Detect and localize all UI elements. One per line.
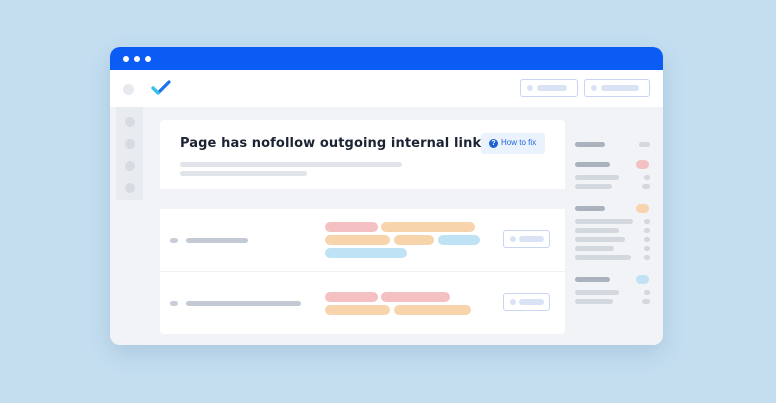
button-placeholder-dot: [591, 85, 597, 91]
issue-title: Page has nofollow outgoing internal link…: [180, 136, 490, 151]
row-placeholder-dot: [170, 238, 178, 243]
button-placeholder-dot: [527, 85, 533, 91]
window-control-dot[interactable]: [134, 56, 140, 62]
summary-item: [575, 299, 613, 304]
summary-count: [644, 237, 650, 242]
summary-count: [642, 299, 650, 304]
summary-heading: [575, 206, 605, 211]
table-header-band: [160, 189, 565, 209]
button-placeholder-label: [519, 299, 544, 305]
row-placeholder-dot: [170, 301, 178, 306]
table-row: [160, 271, 565, 334]
sidebar-nav-item[interactable]: [125, 183, 135, 193]
menu-circle-button[interactable]: [123, 84, 134, 95]
app-window: Page has nofollow outgoing internal link…: [110, 47, 663, 345]
row-action-button[interactable]: [503, 230, 550, 248]
toolbar-button[interactable]: [520, 79, 578, 97]
link-tag: [394, 235, 434, 245]
summary-count: [644, 219, 650, 224]
link-tag: [438, 235, 480, 245]
window-control-dot[interactable]: [145, 56, 151, 62]
row-placeholder-label: [186, 238, 248, 243]
link-tag: [325, 248, 407, 258]
description-placeholder-line: [180, 171, 307, 176]
summary-heading: [575, 162, 610, 167]
button-placeholder-label: [537, 85, 567, 91]
summary-count: [644, 175, 650, 180]
error-count-badge: [636, 160, 649, 169]
issue-header: Page has nofollow outgoing internal link…: [160, 120, 565, 189]
summary-count: [644, 228, 650, 233]
toolbar-button[interactable]: [584, 79, 650, 97]
window-titlebar: [110, 47, 663, 70]
summary-item: [575, 219, 633, 224]
summary-item: [575, 184, 612, 189]
row-action-button[interactable]: [503, 293, 550, 311]
sidebar-nav-item[interactable]: [125, 161, 135, 171]
summary-heading: [575, 142, 605, 147]
summary-count: [644, 246, 650, 251]
right-summary-panel: [575, 140, 655, 340]
button-placeholder-dot: [510, 299, 516, 305]
how-to-fix-button[interactable]: ? How to fix: [481, 133, 545, 154]
left-sidebar: [116, 107, 143, 200]
button-placeholder-label: [519, 236, 544, 242]
summary-item: [575, 175, 619, 180]
table-row: [160, 209, 565, 271]
link-tag: [325, 292, 378, 302]
sidebar-nav-item[interactable]: [125, 117, 135, 127]
link-tag: [381, 222, 475, 232]
warning-count-badge: [636, 204, 649, 213]
summary-item: [575, 290, 619, 295]
issue-card: Page has nofollow outgoing internal link…: [160, 120, 565, 334]
top-toolbar: [110, 70, 663, 107]
main-content: Page has nofollow outgoing internal link…: [110, 107, 663, 345]
summary-count: [639, 142, 650, 147]
description-placeholder-line: [180, 162, 402, 167]
summary-count: [644, 290, 650, 295]
summary-heading: [575, 277, 610, 282]
link-tag: [325, 305, 390, 315]
checkmark-logo-icon[interactable]: [151, 80, 171, 96]
summary-count: [642, 184, 650, 189]
summary-item: [575, 237, 625, 242]
summary-count: [644, 255, 650, 260]
button-placeholder-label: [601, 85, 639, 91]
button-placeholder-dot: [510, 236, 516, 242]
notice-count-badge: [636, 275, 649, 284]
summary-item: [575, 228, 619, 233]
link-tag: [325, 235, 390, 245]
summary-item: [575, 255, 631, 260]
how-to-fix-label: How to fix: [501, 138, 537, 147]
window-control-dot[interactable]: [123, 56, 129, 62]
question-circle-icon: ?: [489, 139, 498, 148]
link-tag: [325, 222, 378, 232]
sidebar-nav-item[interactable]: [125, 139, 135, 149]
summary-item: [575, 246, 614, 251]
link-tag: [381, 292, 450, 302]
row-placeholder-label: [186, 301, 301, 306]
link-tag: [394, 305, 471, 315]
